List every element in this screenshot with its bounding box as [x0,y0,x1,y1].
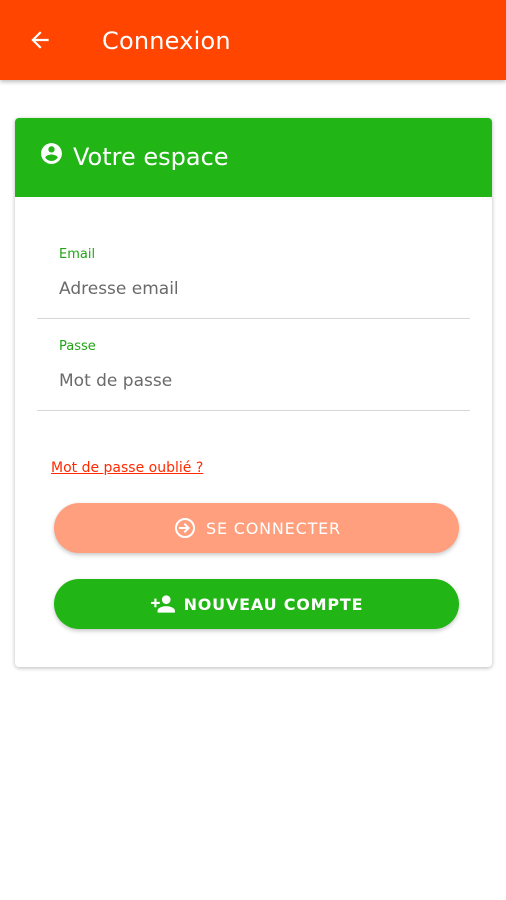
card-header: Votre espace [15,118,492,197]
email-label: Email [59,247,96,262]
account-circle-icon [41,143,62,164]
login-button[interactable]: SE CONNECTER [54,503,459,553]
arrow-back-icon [31,31,49,49]
login-button-label: SE CONNECTER [206,518,341,538]
email-field: Email [37,246,470,319]
app-bar: Connexion [0,0,506,80]
forgot-password-link[interactable]: Mot de passe oublié ? [51,458,203,478]
login-icon [172,515,198,541]
page-title: Connexion [102,27,231,55]
back-button[interactable] [24,24,56,56]
person-add-icon [150,591,176,617]
password-field: Passe [37,338,470,411]
password-label: Passe [59,339,96,354]
login-card: Votre espace Email Passe Mot de passe ou… [15,118,492,667]
card-title: Votre espace [73,143,229,171]
new-account-button-label: NOUVEAU COMPTE [183,594,364,614]
password-input[interactable] [57,365,461,397]
new-account-button[interactable]: NOUVEAU COMPTE [54,579,459,629]
email-input[interactable] [57,273,461,305]
